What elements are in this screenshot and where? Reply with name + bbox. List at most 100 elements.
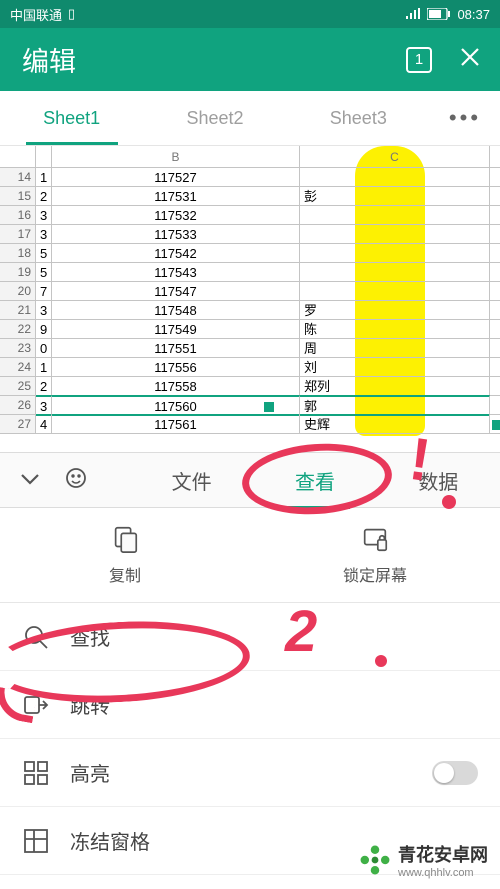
cell[interactable]: 周 bbox=[300, 339, 490, 357]
cell[interactable]: 郑列 bbox=[300, 377, 490, 395]
grid-row[interactable]: 263117560郭 bbox=[0, 396, 500, 415]
cell[interactable]: 彭 bbox=[300, 187, 490, 205]
sheet-tab-1[interactable]: Sheet1 bbox=[0, 91, 143, 145]
cell[interactable]: 117547 bbox=[52, 282, 300, 300]
close-button[interactable] bbox=[458, 45, 482, 74]
page-title: 编辑 bbox=[22, 40, 76, 79]
row-number: 26 bbox=[0, 396, 36, 414]
column-headers: B C bbox=[0, 146, 500, 168]
cell[interactable]: 117558 bbox=[52, 377, 300, 395]
cell[interactable]: 2 bbox=[36, 377, 52, 395]
sheet-tabs: Sheet1 Sheet2 Sheet3 ••• bbox=[0, 91, 500, 146]
cell[interactable] bbox=[300, 244, 490, 262]
cell[interactable]: 117560 bbox=[52, 395, 300, 416]
cell[interactable]: 3 bbox=[36, 395, 52, 416]
cell[interactable]: 9 bbox=[36, 320, 52, 338]
grid-row[interactable]: 230117551周 bbox=[0, 339, 500, 358]
battery-icon bbox=[427, 8, 451, 20]
grid-row[interactable]: 163117532 bbox=[0, 206, 500, 225]
row-number: 27 bbox=[0, 415, 36, 433]
cell[interactable]: 1 bbox=[36, 168, 52, 186]
cell[interactable]: 罗 bbox=[300, 301, 490, 319]
grid-row[interactable]: 241117556刘 bbox=[0, 358, 500, 377]
grid-row[interactable]: 274117561史辉 bbox=[0, 415, 500, 434]
sim-icon: ▯ bbox=[68, 6, 75, 22]
cell[interactable]: 117533 bbox=[52, 225, 300, 243]
signal-icon bbox=[405, 8, 421, 20]
search-icon bbox=[22, 623, 50, 651]
carrier-label: 中国联通 bbox=[10, 5, 62, 24]
grid-row[interactable]: 185117542 bbox=[0, 244, 500, 263]
sheet-tab-2[interactable]: Sheet2 bbox=[143, 91, 286, 145]
cell[interactable]: 117548 bbox=[52, 301, 300, 319]
grid-row[interactable]: 173117533 bbox=[0, 225, 500, 244]
row-number: 18 bbox=[0, 244, 36, 262]
grid-row[interactable]: 152117531彭 bbox=[0, 187, 500, 206]
cell[interactable]: 117561 bbox=[52, 415, 300, 433]
grid-row[interactable]: 207117547 bbox=[0, 282, 500, 301]
grid-row[interactable]: 229117549陈 bbox=[0, 320, 500, 339]
cell[interactable]: 0 bbox=[36, 339, 52, 357]
cell[interactable]: 刘 bbox=[300, 358, 490, 376]
bottom-menu-tabs: 文件 查看 数据 bbox=[0, 452, 500, 508]
cell[interactable] bbox=[300, 225, 490, 243]
cell[interactable]: 4 bbox=[36, 415, 52, 433]
cell[interactable]: 117549 bbox=[52, 320, 300, 338]
cell[interactable]: 117556 bbox=[52, 358, 300, 376]
highlight-item[interactable]: 高亮 bbox=[0, 739, 500, 807]
lock-screen-action[interactable]: 锁定屏幕 bbox=[250, 508, 500, 602]
cell[interactable]: 郭 bbox=[300, 395, 490, 416]
cell[interactable]: 1 bbox=[36, 358, 52, 376]
view-options-list: 查找 跳转 高亮 冻结窗格 bbox=[0, 602, 500, 875]
grid-row[interactable]: 195117543 bbox=[0, 263, 500, 282]
copy-icon bbox=[110, 524, 140, 554]
cell[interactable]: 7 bbox=[36, 282, 52, 300]
row-number: 14 bbox=[0, 168, 36, 186]
clock-label: 08:37 bbox=[457, 7, 490, 22]
watermark-brand: 青花安卓网 bbox=[398, 845, 488, 865]
cell[interactable] bbox=[300, 168, 490, 186]
grid-row[interactable]: 141117527 bbox=[0, 168, 500, 187]
selection-handle[interactable] bbox=[492, 420, 500, 430]
row-number: 21 bbox=[0, 301, 36, 319]
grid-row[interactable]: 252117558郑列 bbox=[0, 377, 500, 396]
cell[interactable]: 117527 bbox=[52, 168, 300, 186]
cell[interactable]: 5 bbox=[36, 263, 52, 281]
assistant-icon[interactable] bbox=[64, 466, 88, 495]
window-count-button[interactable]: 1 bbox=[406, 47, 432, 73]
sheet-more-button[interactable]: ••• bbox=[430, 91, 500, 145]
spreadsheet-grid[interactable]: B C 141117527152117531彭16311753217311753… bbox=[0, 146, 500, 452]
menu-tab-file[interactable]: 文件 bbox=[130, 466, 253, 495]
row-number: 23 bbox=[0, 339, 36, 357]
cell[interactable]: 史辉 bbox=[300, 415, 490, 433]
row-number: 16 bbox=[0, 206, 36, 224]
cell[interactable]: 2 bbox=[36, 187, 52, 205]
cell[interactable]: 117543 bbox=[52, 263, 300, 281]
cell[interactable]: 陈 bbox=[300, 320, 490, 338]
cell[interactable] bbox=[300, 282, 490, 300]
cell[interactable]: 5 bbox=[36, 244, 52, 262]
highlight-toggle[interactable] bbox=[432, 761, 478, 785]
row-number: 15 bbox=[0, 187, 36, 205]
cell[interactable]: 3 bbox=[36, 206, 52, 224]
cell[interactable]: 117551 bbox=[52, 339, 300, 357]
jump-item[interactable]: 跳转 bbox=[0, 671, 500, 739]
cell[interactable] bbox=[300, 263, 490, 281]
search-item[interactable]: 查找 bbox=[0, 603, 500, 671]
cell[interactable]: 117542 bbox=[52, 244, 300, 262]
menu-tab-view[interactable]: 查看 bbox=[253, 466, 376, 495]
selection-handle[interactable] bbox=[264, 402, 274, 412]
action-row: 复制 锁定屏幕 bbox=[0, 508, 500, 602]
cell[interactable]: 117531 bbox=[52, 187, 300, 205]
collapse-button[interactable] bbox=[18, 466, 42, 495]
highlight-icon bbox=[22, 759, 50, 787]
menu-tab-data[interactable]: 数据 bbox=[377, 466, 500, 495]
cell[interactable]: 117532 bbox=[52, 206, 300, 224]
copy-action[interactable]: 复制 bbox=[0, 508, 250, 602]
grid-row[interactable]: 213117548罗 bbox=[0, 301, 500, 320]
cell[interactable]: 3 bbox=[36, 301, 52, 319]
freeze-icon bbox=[22, 827, 50, 855]
sheet-tab-3[interactable]: Sheet3 bbox=[287, 91, 430, 145]
cell[interactable]: 3 bbox=[36, 225, 52, 243]
cell[interactable] bbox=[300, 206, 490, 224]
